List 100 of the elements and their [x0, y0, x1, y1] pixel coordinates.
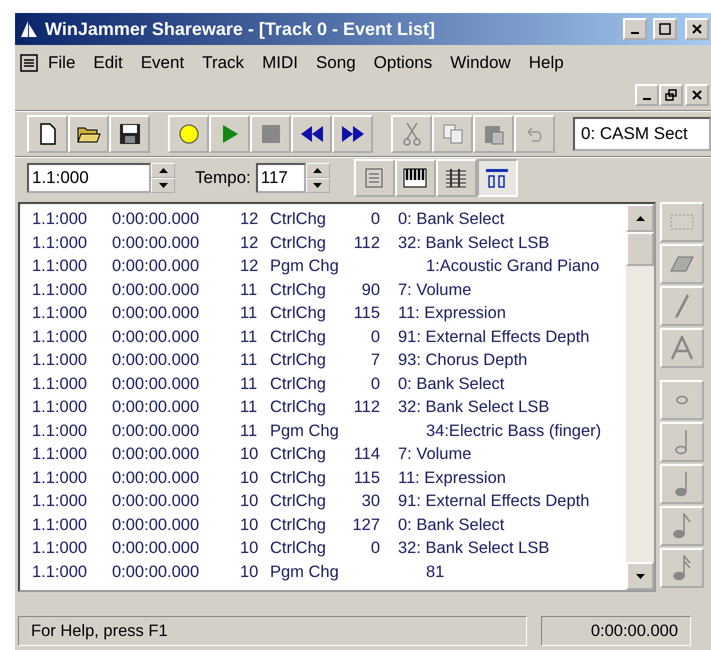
maximize-button[interactable] [653, 18, 677, 40]
list-view-icon [363, 166, 386, 188]
spin-up-button[interactable] [306, 162, 330, 178]
menu-item[interactable]: Window [441, 50, 520, 74]
tempo-field[interactable]: 117 [256, 162, 306, 192]
eraser-button[interactable] [660, 244, 704, 284]
channel-cell-text: 11 [239, 422, 258, 441]
channel-cell-text: 11 [239, 280, 258, 300]
menu-item[interactable]: Edit [84, 50, 132, 74]
letter-a-icon [670, 336, 694, 360]
text-tool-button[interactable] [660, 328, 704, 368]
play-button[interactable] [209, 114, 250, 152]
channel-cell-text: 10 [239, 492, 258, 512]
scroll-thumb[interactable] [626, 232, 654, 266]
new-file-button[interactable] [27, 114, 68, 152]
clock-cell-text: 0:00:00.000 [111, 445, 200, 464]
time-cell-text: 1.1:000 [31, 374, 88, 394]
close-button[interactable] [685, 84, 709, 106]
minimize-button[interactable] [623, 18, 647, 40]
paste-button[interactable] [473, 114, 514, 152]
spin-down-button[interactable] [151, 178, 175, 192]
close-icon [692, 24, 702, 34]
dotted-rectangle-icon [670, 214, 694, 230]
channel-cell-text: 11 [239, 304, 258, 324]
time-cell-text: 1.1:000 [31, 539, 88, 558]
maximize-icon [659, 23, 671, 35]
view-button[interactable] [476, 158, 518, 196]
clock-cell-text: 0:00:00.000 [111, 492, 200, 512]
time-cell-text: 1.1:000 [31, 492, 88, 512]
description-cell-text: 11: Expression [397, 304, 506, 324]
eighth-note-button[interactable] [660, 506, 704, 546]
scroll-up-button[interactable] [626, 204, 654, 232]
type-cell-text: CtrlChg [269, 445, 326, 464]
eighth-note-icon [673, 513, 691, 539]
channel-cell-text: 11 [239, 398, 258, 418]
restore-icon [665, 89, 677, 101]
menu-item[interactable]: File [39, 50, 84, 74]
quarter-note-icon [675, 471, 689, 497]
quarter-note-button[interactable] [660, 464, 704, 504]
restore-button[interactable] [659, 84, 683, 106]
copy-button[interactable] [432, 114, 473, 152]
minimize-icon [643, 98, 651, 100]
type-cell-text: Pgm Chg [269, 562, 339, 582]
menu-item[interactable]: Help [520, 50, 573, 74]
menu-item[interactable]: MIDI [253, 50, 307, 74]
select-tool-button[interactable] [660, 202, 704, 242]
menu-item[interactable]: Track [193, 50, 254, 74]
type-cell-text: Pgm Chg [269, 422, 339, 441]
minimize-button[interactable] [635, 84, 659, 106]
value-cell-text: 0 [370, 374, 380, 394]
type-cell-text: CtrlChg [269, 328, 326, 347]
menu-item[interactable]: Options [364, 50, 442, 74]
cut-button[interactable] [391, 114, 432, 152]
half-note-button[interactable] [660, 422, 704, 462]
minimize-icon [631, 32, 639, 34]
sixteenth-note-button[interactable] [660, 548, 704, 588]
whole-note-button[interactable] [660, 380, 704, 420]
menu-item[interactable]: Song [306, 50, 365, 74]
scroll-down-button[interactable] [626, 562, 654, 590]
clock-cell-text: 0:00:00.000 [111, 374, 200, 394]
view-button[interactable] [394, 158, 436, 196]
description-cell-text: 1:Acoustic Grand Piano [425, 257, 600, 276]
clock-cell-text: 0:00:00.000 [111, 398, 200, 418]
description-cell-text: 11: Expression [397, 468, 506, 488]
position-field[interactable]: 1.1:000 [27, 162, 151, 192]
clock-cell-text: 0:00:00.000 [111, 210, 200, 230]
spin-up-button[interactable] [151, 162, 175, 178]
status-time: 0:00:00.000 [541, 616, 691, 646]
page-icon [38, 122, 56, 144]
clock-cell-text: 0:00:00.000 [111, 562, 200, 582]
section-dropdown[interactable]: 0: CASM Sect [573, 116, 711, 150]
half-note-icon [675, 429, 689, 455]
channel-cell-text: 12 [239, 210, 258, 230]
close-button[interactable] [685, 18, 709, 40]
record-button[interactable] [168, 114, 209, 152]
type-cell-text: CtrlChg [269, 516, 326, 535]
pencil-button[interactable] [660, 286, 704, 326]
clock-cell-text: 0:00:00.000 [111, 234, 200, 253]
type-cell-text: CtrlChg [269, 234, 326, 253]
value-cell-text: 115 [352, 468, 380, 488]
window-title: WinJammer Shareware - [Track 0 - Event List] [45, 18, 436, 40]
time-cell-text: 1.1:000 [31, 234, 88, 253]
type-cell-text: CtrlChg [269, 398, 326, 418]
save-button[interactable] [109, 114, 150, 152]
sixteenth-note-icon [673, 555, 691, 581]
tempo-label: Tempo: [195, 168, 251, 188]
notation-icon [444, 166, 468, 188]
scrollbar[interactable] [626, 204, 654, 590]
menu-item[interactable]: Event [132, 50, 194, 74]
view-button[interactable] [354, 158, 395, 196]
description-cell-text: 81 [425, 562, 444, 582]
rewind-button[interactable] [291, 114, 332, 152]
fast-forward-icon [340, 124, 364, 142]
close-icon [692, 90, 702, 100]
clock-cell-text: 0:00:00.000 [111, 422, 200, 441]
undo-button[interactable] [514, 114, 555, 152]
open-file-button[interactable] [68, 114, 109, 152]
fast-forward-button[interactable] [332, 114, 373, 152]
clock-cell-text: 0:00:00.000 [111, 539, 200, 558]
view-button[interactable] [436, 158, 477, 196]
